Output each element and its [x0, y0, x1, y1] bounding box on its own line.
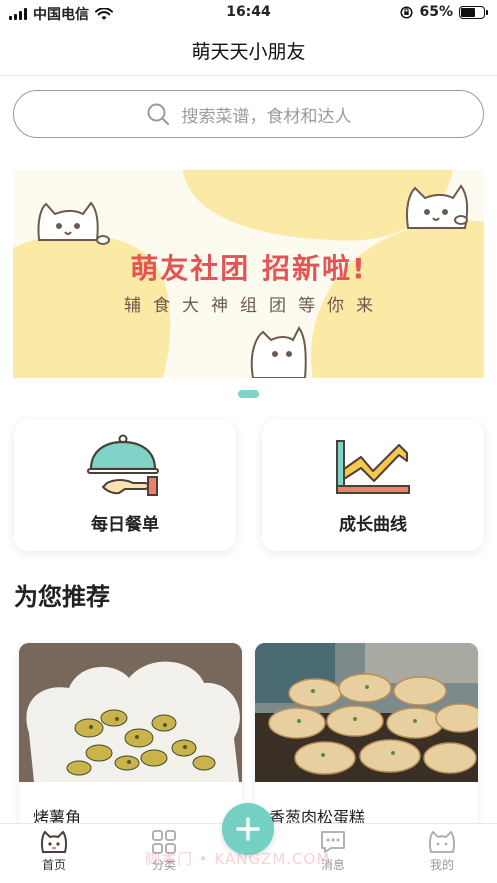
tab-home-label: 首页 — [41, 858, 66, 872]
cat-face-icon — [40, 830, 68, 853]
cloche-dish-icon — [87, 434, 159, 496]
grid-icon — [152, 830, 176, 854]
daily-menu-card[interactable]: 每日餐单 — [14, 420, 236, 551]
status-right: 65% — [400, 4, 488, 20]
search-input[interactable]: 搜索菜谱，食材和达人 — [13, 90, 484, 138]
roasted-potato-wedges-photo — [19, 643, 242, 782]
page-title: 萌天天小朋友 — [191, 41, 306, 63]
recommend-section-title: 为您推荐 — [14, 583, 110, 611]
tab-messages[interactable]: 消息 — [303, 830, 363, 880]
daily-menu-label: 每日餐单 — [91, 515, 159, 535]
battery-icon — [459, 5, 488, 19]
search-icon — [147, 103, 169, 125]
tab-home[interactable]: 首页 — [24, 830, 84, 880]
tab-category[interactable]: 分类 — [134, 830, 194, 880]
plus-icon — [236, 817, 260, 841]
recipe-card-potato[interactable]: 烤薯角 — [19, 643, 242, 843]
growth-chart-icon — [336, 440, 410, 494]
growth-curve-label: 成长曲线 — [339, 515, 407, 535]
create-recipe-button[interactable] — [222, 803, 274, 855]
tab-profile-label: 我的 — [429, 858, 454, 872]
banner-page-indicator — [238, 390, 259, 398]
tab-messages-label: 消息 — [320, 858, 345, 872]
growth-curve-card[interactable]: 成长曲线 — [262, 420, 484, 551]
status-bar: 中国电信 16:44 65% — [0, 0, 497, 26]
cat-illustration-bottom — [250, 326, 307, 378]
orientation-lock-icon — [400, 5, 414, 19]
banner-title: 萌友社团 招新啦! — [130, 252, 367, 285]
recipe-card-cake[interactable]: 香葱肉松蛋糕 — [255, 643, 478, 843]
cat-outline-icon — [429, 830, 455, 853]
promo-banner[interactable]: 萌友社团 招新啦! 辅食大神组团等你来 — [13, 170, 484, 378]
scallion-pork-floss-cake-photo — [255, 643, 478, 782]
banner-subtitle: 辅食大神组团等你来 — [124, 296, 385, 316]
search-placeholder: 搜索菜谱，食材和达人 — [181, 106, 352, 127]
nav-bar: 萌天天小朋友 — [0, 26, 497, 76]
tab-category-label: 分类 — [151, 858, 176, 872]
chat-bubble-icon — [321, 831, 345, 853]
app-screen: 中国电信 16:44 65% 萌天天小朋友 搜索菜谱，食材和达人 萌友社团 招新… — [0, 0, 497, 883]
cat-illustration-left — [37, 201, 110, 245]
tab-profile[interactable]: 我的 — [412, 830, 472, 880]
battery-percent: 65% — [419, 4, 453, 20]
